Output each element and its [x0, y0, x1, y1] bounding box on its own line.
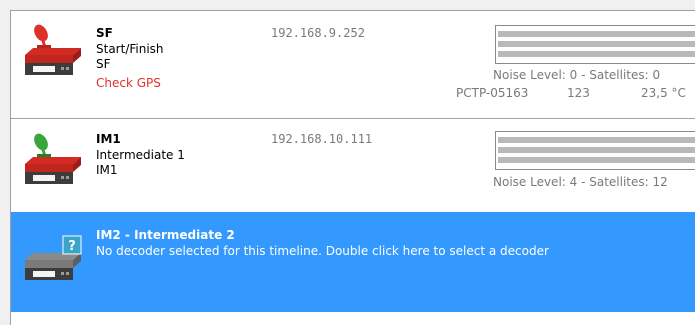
- device-temperature: 23,5 °C: [641, 86, 686, 100]
- select-decoder-hint[interactable]: No decoder selected for this timeline. D…: [96, 243, 549, 259]
- decoder-box-icon: [25, 24, 81, 75]
- decoder-subname: SF: [96, 57, 111, 71]
- signal-bar: [498, 147, 695, 153]
- decoder-row-sf[interactable]: SF Start/Finish SF Check GPS 192.168.9.2…: [11, 11, 695, 119]
- decoder-box-icon: [25, 133, 81, 184]
- svg-text:?: ?: [68, 239, 76, 254]
- signal-bar: [498, 137, 695, 143]
- satellite-antenna-red-icon: [34, 24, 51, 48]
- decoder-device-sf: [21, 21, 85, 81]
- noise-level: Noise Level: 4 - Satellites: 12: [493, 175, 668, 189]
- signal-bar: [498, 157, 695, 163]
- decoder-name: IM1: [96, 132, 121, 146]
- device-id: PCTP-05163: [456, 86, 529, 100]
- decoder-list[interactable]: SF Start/Finish SF Check GPS 192.168.9.2…: [10, 10, 695, 325]
- question-badge-icon: ?: [62, 235, 82, 255]
- decoder-box-icon: ?: [25, 235, 82, 280]
- ip-address: 192.168.9.252: [271, 26, 365, 40]
- signal-bars: [495, 131, 695, 170]
- noise-level: Noise Level: 0 - Satellites: 0: [493, 68, 661, 82]
- decoder-name: SF: [96, 26, 113, 40]
- signal-bars: [495, 25, 695, 64]
- satellite-antenna-green-icon: [34, 133, 51, 157]
- decoder-row-im1[interactable]: IM1 Intermediate 1 IM1 192.168.10.111 No…: [11, 118, 695, 212]
- decoder-device-im2: ?: [21, 226, 85, 286]
- decoder-description: Intermediate 1: [96, 148, 185, 162]
- ip-address: 192.168.10.111: [271, 132, 373, 146]
- decoder-row-im2[interactable]: ? IM2 - Intermediate 2 No decoder select…: [11, 212, 695, 312]
- signal-bar: [498, 51, 695, 57]
- signal-bar: [498, 31, 695, 37]
- decoder-subname: IM1: [96, 163, 118, 177]
- decoder-description: Start/Finish: [96, 42, 164, 56]
- gps-warning: Check GPS: [96, 76, 161, 90]
- decoder-device-im1: [21, 130, 85, 190]
- device-value: 123: [567, 86, 590, 100]
- signal-bar: [498, 41, 695, 47]
- decoder-name: IM2 - Intermediate 2: [96, 228, 235, 242]
